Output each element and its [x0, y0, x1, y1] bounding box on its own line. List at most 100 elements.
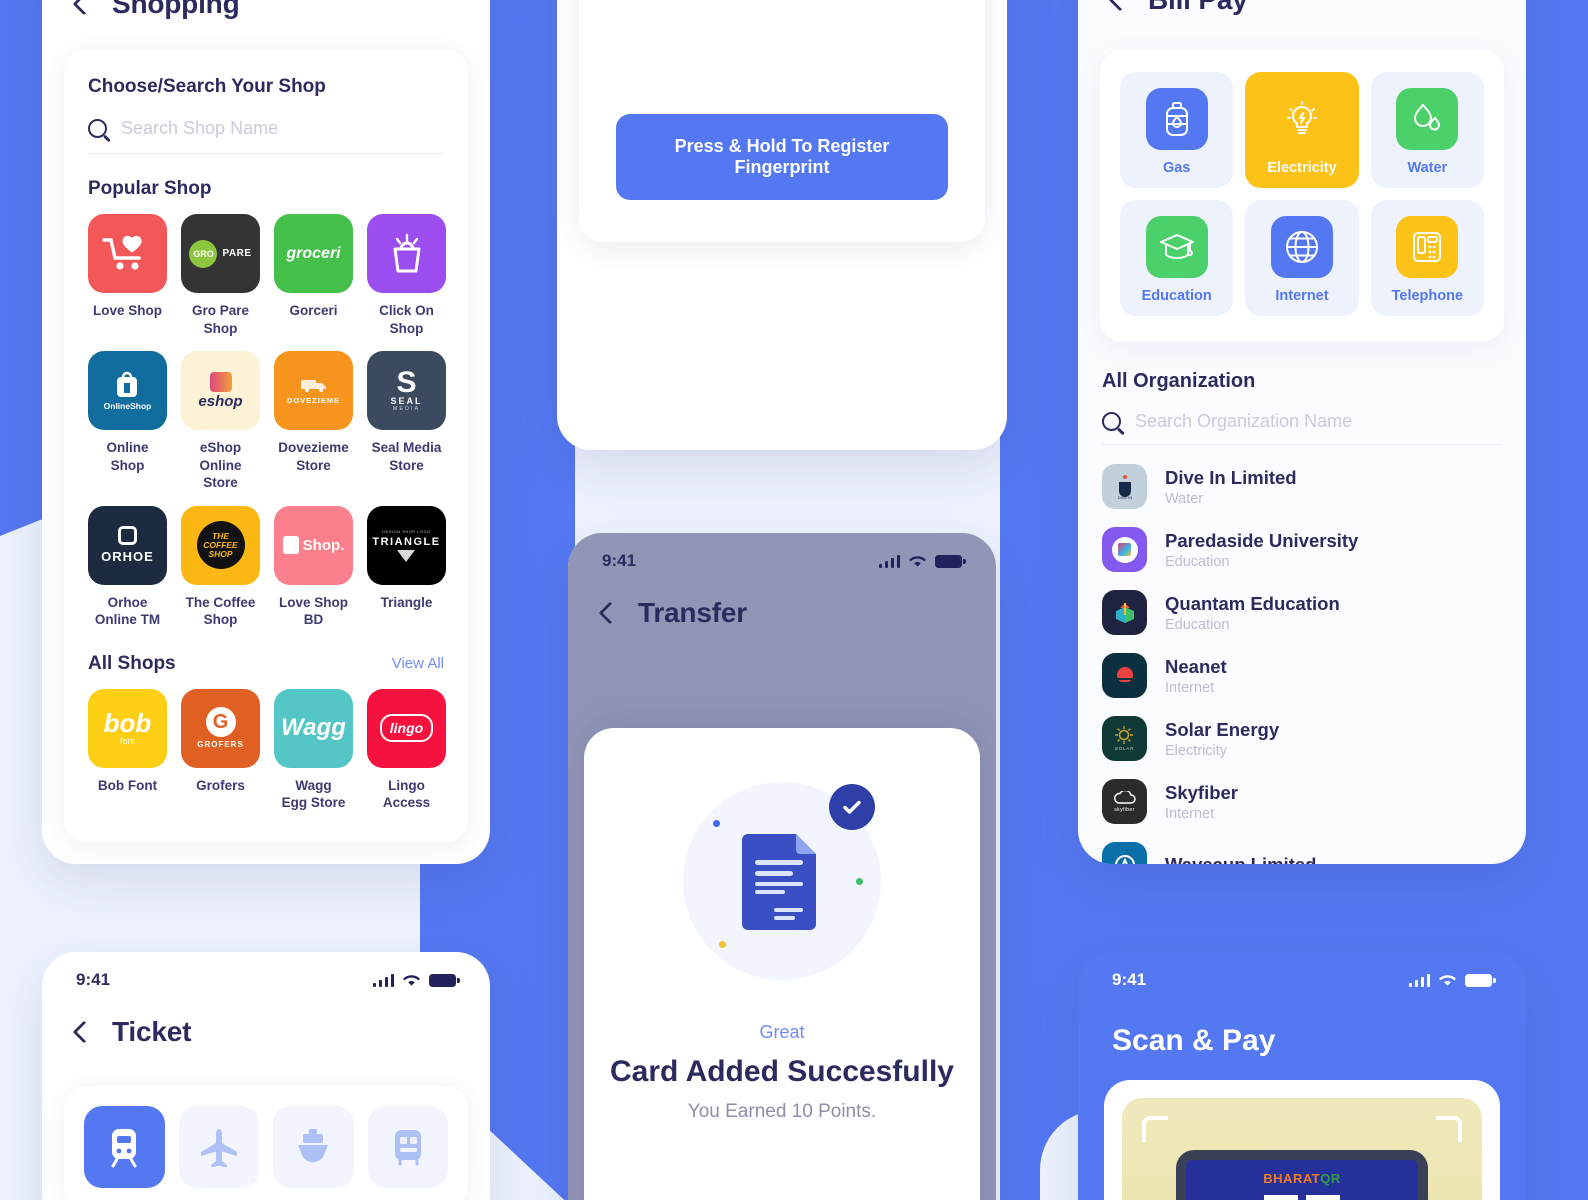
ticket-mode-bus[interactable]	[367, 1106, 448, 1188]
organization-row[interactable]: DIVE IN Dive In Limited Water	[1102, 455, 1502, 518]
shop-item[interactable]: G GROFERS Grofers	[181, 688, 260, 812]
shop-name: Click On Shop	[379, 303, 434, 336]
shop-item[interactable]: OnlineShop Online Shop	[88, 351, 167, 492]
shop-name: Online Shop	[106, 440, 149, 473]
organization-row[interactable]: SOLAR Solar Energy Electricity	[1102, 707, 1502, 770]
organization-list: DIVE IN Dive In Limited Water Paredaside Un…	[1078, 445, 1526, 864]
organization-row[interactable]: Paredaside University Education	[1102, 518, 1502, 581]
register-fingerprint-button[interactable]: Press & Hold To Register Fingerprint	[616, 114, 948, 200]
signal-icon	[1408, 973, 1430, 987]
view-all-link[interactable]: View All	[392, 655, 444, 672]
shop-item[interactable]: Shop. Love Shop BD	[274, 505, 353, 629]
bill-category-internet[interactable]: Internet	[1245, 200, 1359, 316]
back-icon[interactable]	[1108, 0, 1132, 12]
bill-category-label: Electricity	[1267, 160, 1337, 176]
scan-pay-screen: 9:41 Scan & Pay BHARATQR	[1078, 952, 1526, 1200]
status-bar: 9:41	[42, 952, 490, 990]
organization-row[interactable]: skyfiber Skyfiber Internet	[1102, 770, 1502, 833]
fingerprint-card: Press & Hold To Register Fingerprint	[579, 0, 985, 242]
shop-item[interactable]: eshop eShop Online Store	[181, 351, 260, 492]
organization-logo-icon: skyfiber	[1102, 779, 1147, 824]
transfer-screen: 9:41 Transfer Great Card Added Succesful…	[568, 533, 996, 1200]
battery-icon	[935, 554, 966, 568]
wifi-icon	[402, 973, 421, 987]
ticket-mode-train[interactable]	[84, 1106, 165, 1188]
shop-item[interactable]: DESIGN SHOP LOGO TRIANGLE Triangle	[367, 505, 446, 629]
shop-item[interactable]: groceri Gorceri	[274, 214, 353, 337]
status-time: 9:41	[602, 551, 637, 570]
status-bar: 9:41	[1078, 952, 1526, 990]
shopping-navbar: Shopping	[42, 0, 490, 30]
shop-logo-icon: DESIGN SHOP LOGO TRIANGLE	[367, 505, 446, 585]
status-time: 9:41	[1112, 970, 1147, 989]
viewfinder-corner-icon	[1436, 1116, 1462, 1142]
shop-logo-icon: G GROFERS	[181, 688, 260, 768]
shop-item[interactable]: THE COFFEE SHOP The Coffee Shop	[181, 505, 260, 629]
bill-category-telephone[interactable]: Telephone	[1370, 200, 1484, 316]
shop-name: Orhoe Online TM	[94, 594, 161, 628]
shop-item[interactable]: bob font Bob Font	[88, 688, 167, 812]
shop-item[interactable]: DOVEZIEME Dovezieme Store	[274, 351, 353, 492]
shop-logo-icon: lingo	[367, 688, 446, 768]
search-icon	[88, 119, 107, 138]
shop-name: Lingo Access	[382, 777, 431, 811]
success-sheet: Great Card Added Succesfully You Earned …	[584, 728, 980, 1200]
back-icon[interactable]	[72, 1020, 96, 1044]
shop-item[interactable]: Wagg Wagg Egg Store	[274, 688, 353, 812]
signal-icon	[878, 554, 900, 568]
organization-row[interactable]: Quantam Education Education	[1102, 581, 1502, 644]
ticket-mode-plane[interactable]	[178, 1106, 259, 1188]
qr-device: BHARATQR	[1176, 1150, 1428, 1200]
bill-category-gas[interactable]: Gas	[1120, 72, 1234, 188]
organization-name: Dive In Limited	[1165, 467, 1297, 489]
shop-item[interactable]: S SEAL MEDIA Seal Media Store	[367, 351, 446, 492]
organization-text: Skyfiber Internet	[1165, 781, 1238, 821]
ticket-mode-ship[interactable]	[273, 1106, 354, 1188]
status-bar: 9:41	[568, 533, 996, 571]
shop-search-row[interactable]: Search Shop Name	[88, 98, 444, 154]
shop-logo-icon	[367, 214, 446, 293]
billpay-navbar: Bill Pay	[1078, 0, 1526, 26]
shop-name: Seal Media Store	[371, 440, 442, 473]
shop-logo-icon: THE COFFEE SHOP	[181, 505, 260, 585]
shop-item[interactable]: ORHOE Orhoe Online TM	[88, 505, 167, 629]
shop-logo-icon	[88, 214, 167, 293]
bill-category-label: Water	[1407, 160, 1448, 176]
shop-item[interactable]: Love Shop	[88, 214, 167, 337]
card-heading: Choose/Search Your Shop	[88, 76, 326, 97]
shop-name: Wagg Egg Store	[281, 777, 346, 811]
qr-code-panel: BHARATQR	[1186, 1160, 1418, 1200]
organization-logo-icon	[1102, 653, 1147, 698]
page-title: Shopping	[112, 0, 240, 19]
shop-item[interactable]: lingo Lingo Access	[367, 688, 446, 812]
search-icon	[1102, 412, 1121, 431]
bill-category-water[interactable]: Water	[1370, 72, 1484, 188]
fingerprint-screen: Press & Hold To Register Fingerprint	[557, 0, 1007, 450]
screenshot-stage: Shopping Choose/Search Your Shop Search …	[0, 0, 1588, 1200]
organization-name: Waveaup Limited	[1165, 853, 1316, 864]
shop-logo-icon: Wagg	[274, 688, 353, 768]
search-input[interactable]: Search Shop Name	[121, 118, 278, 139]
back-icon[interactable]	[72, 0, 96, 16]
telephone-icon	[1396, 216, 1459, 278]
organization-search-input[interactable]: Search Organization Name	[1135, 411, 1352, 432]
battery-icon	[429, 973, 460, 987]
bill-category-electricity[interactable]: Electricity	[1245, 72, 1359, 188]
ship-icon	[292, 1127, 334, 1167]
organization-row[interactable]: Waveaup Limited	[1102, 833, 1502, 864]
bill-category-label: Education	[1141, 288, 1212, 304]
shop-item[interactable]: Click On Shop	[367, 214, 446, 337]
shop-name: Love Shop BD	[278, 594, 348, 628]
bill-category-education[interactable]: Education	[1120, 200, 1234, 316]
shop-logo-icon: S SEAL MEDIA	[367, 351, 446, 431]
dot-blue	[713, 820, 720, 827]
organization-search-row[interactable]: Search Organization Name	[1102, 393, 1502, 445]
page-title: Transfer	[638, 597, 747, 628]
back-icon[interactable]	[598, 601, 622, 625]
organization-row[interactable]: Neanet Internet	[1102, 644, 1502, 707]
status-time: 9:41	[76, 970, 111, 989]
ticket-navbar: Ticket	[42, 990, 490, 1058]
bill-category-grid: Gas Electricity Water Education Internet Tele…	[1120, 72, 1484, 316]
shop-item[interactable]: GRO PARE Gro Pare Shop	[181, 214, 260, 337]
organization-name: Solar Energy	[1165, 719, 1280, 741]
